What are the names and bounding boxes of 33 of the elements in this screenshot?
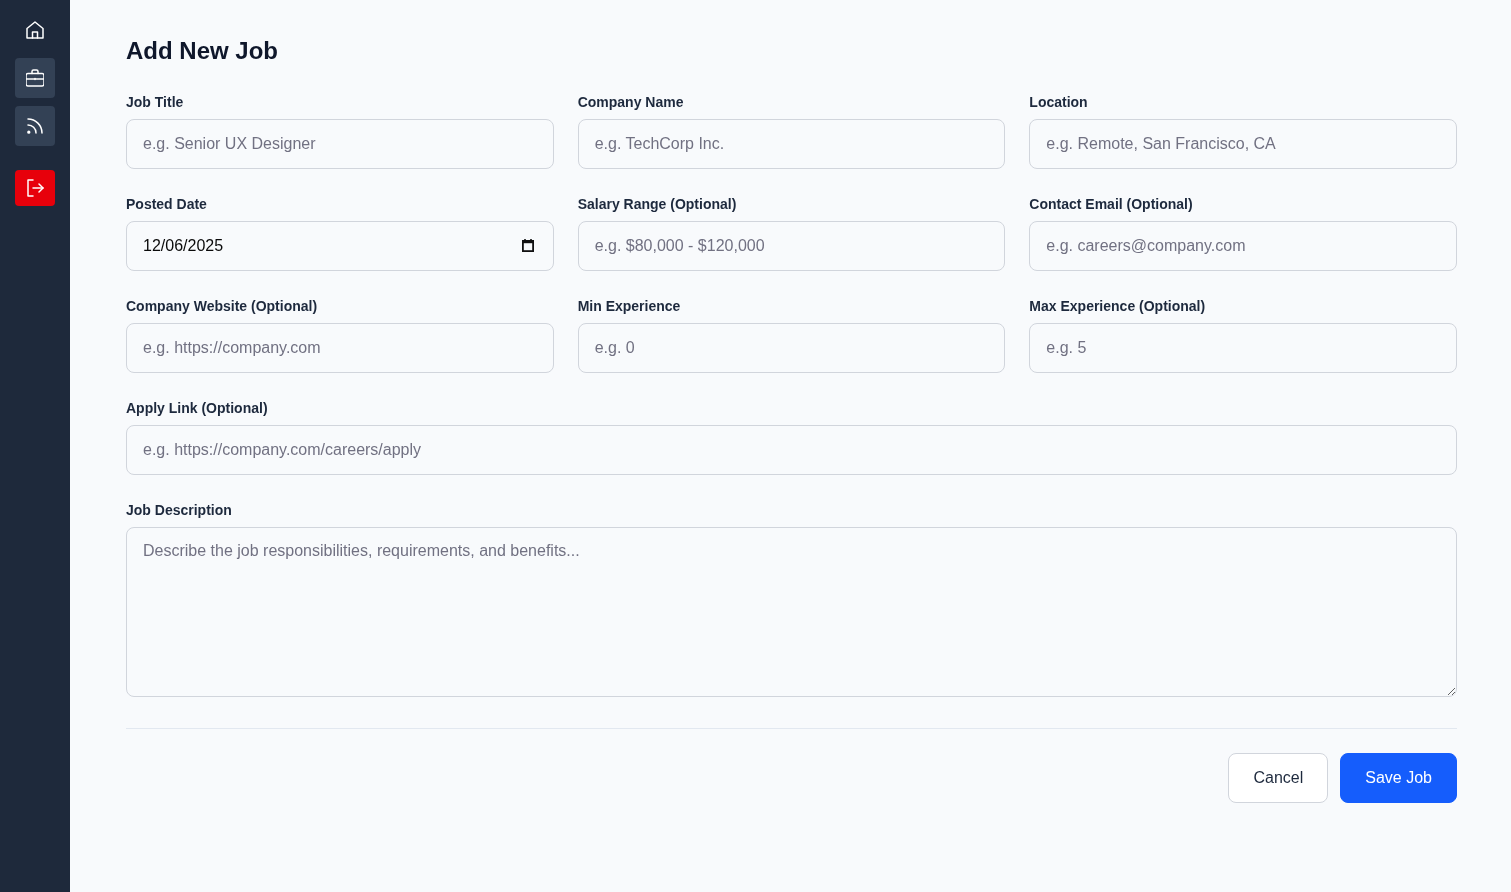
text-field[interactable]: e.g. https://company.com: [126, 323, 554, 373]
description-field[interactable]: Describe the job responsibilities, requirements, and benefits...: [126, 527, 1457, 697]
rss-icon: [26, 117, 44, 135]
field-label: Max Experience (Optional): [1029, 297, 1206, 315]
text-field[interactable]: e.g. Senior UX Designer: [126, 119, 554, 169]
cancel-button[interactable]: Cancel: [1228, 753, 1329, 803]
logout-button[interactable]: [15, 170, 55, 206]
text-field[interactable]: e.g. careers@company.com: [1029, 221, 1457, 271]
text-field[interactable]: e.g. https://company.com/careers/apply: [126, 425, 1457, 475]
page-title: Add New Job: [126, 36, 279, 66]
field-label: Job Title: [126, 93, 184, 111]
field-label: Contact Email (Optional): [1029, 195, 1193, 213]
text-field[interactable]: e.g. $80,000 - $120,000: [577, 221, 1006, 271]
field-label: Job Description: [126, 501, 232, 519]
calendar-icon[interactable]: [521, 239, 534, 252]
field-label: Location: [1029, 93, 1088, 111]
home-icon: [26, 21, 44, 39]
field-label: Salary Range (Optional): [577, 195, 737, 213]
date-field[interactable]: 12/06/2025: [126, 221, 554, 271]
field-label: Min Experience: [577, 297, 681, 315]
field-label: Company Website (Optional): [126, 297, 318, 315]
text-field[interactable]: e.g. Remote, San Francisco, CA: [1029, 119, 1457, 169]
nav-button[interactable]: [15, 58, 55, 98]
text-field[interactable]: e.g. TechCorp Inc.: [577, 119, 1006, 169]
logout-icon: [26, 179, 44, 197]
briefcase-icon: [26, 69, 44, 87]
text-field[interactable]: e.g. 0: [577, 323, 1006, 373]
text-field[interactable]: e.g. 5: [1029, 323, 1457, 373]
nav-button[interactable]: [15, 106, 55, 146]
field-label: Apply Link (Optional): [126, 399, 268, 417]
field-label: Company Name: [577, 93, 684, 111]
field-label: Posted Date: [126, 195, 207, 213]
save-button[interactable]: Save Job: [1340, 753, 1457, 803]
